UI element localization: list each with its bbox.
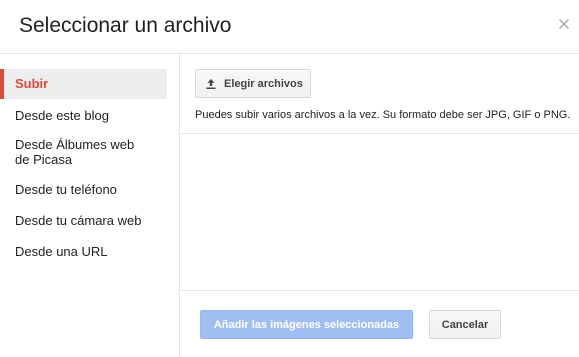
close-icon[interactable] xyxy=(557,17,571,31)
sidebar-item-label: Desde Álbumes web de Picasa xyxy=(15,137,135,167)
cancel-label: Cancelar xyxy=(441,318,489,331)
sidebar-item-label: Desde tu teléfono xyxy=(15,182,117,197)
cancel-button[interactable]: Cancelar xyxy=(429,310,501,339)
sidebar-divider xyxy=(179,54,180,357)
sidebar-item-label: Desde este blog xyxy=(15,108,109,123)
file-picker-dialog: Seleccionar un archivo Subir Desde este … xyxy=(0,0,579,357)
sidebar-item-label: Subir xyxy=(15,76,49,91)
footer-divider xyxy=(180,290,579,291)
upload-icon xyxy=(205,78,217,90)
sidebar-item-this-blog[interactable]: Desde este blog xyxy=(0,108,167,123)
source-sidebar: Subir Desde este blog Desde Álbumes web … xyxy=(0,54,180,357)
upload-hint: Puedes subir varios archivos a la vez. S… xyxy=(195,109,571,121)
choose-files-button[interactable]: Elegir archivos xyxy=(195,69,311,98)
choose-files-label: Elegir archivos xyxy=(224,77,303,90)
content-divider xyxy=(180,133,579,134)
sidebar-item-url[interactable]: Desde una URL xyxy=(0,244,167,259)
sidebar-item-label: Desde tu cámara web xyxy=(15,213,142,228)
add-selected-images-button[interactable]: Añadir las imágenes seleccionadas xyxy=(200,310,413,339)
sidebar-item-webcam[interactable]: Desde tu cámara web xyxy=(0,213,167,228)
add-selected-images-label: Añadir las imágenes seleccionadas xyxy=(213,318,400,331)
sidebar-item-label: Desde una URL xyxy=(15,244,108,259)
sidebar-item-phone[interactable]: Desde tu teléfono xyxy=(0,182,167,197)
dialog-title: Seleccionar un archivo xyxy=(19,14,232,37)
sidebar-item-picasa[interactable]: Desde Álbumes web de Picasa xyxy=(0,137,150,167)
sidebar-item-upload[interactable]: Subir xyxy=(0,69,167,99)
